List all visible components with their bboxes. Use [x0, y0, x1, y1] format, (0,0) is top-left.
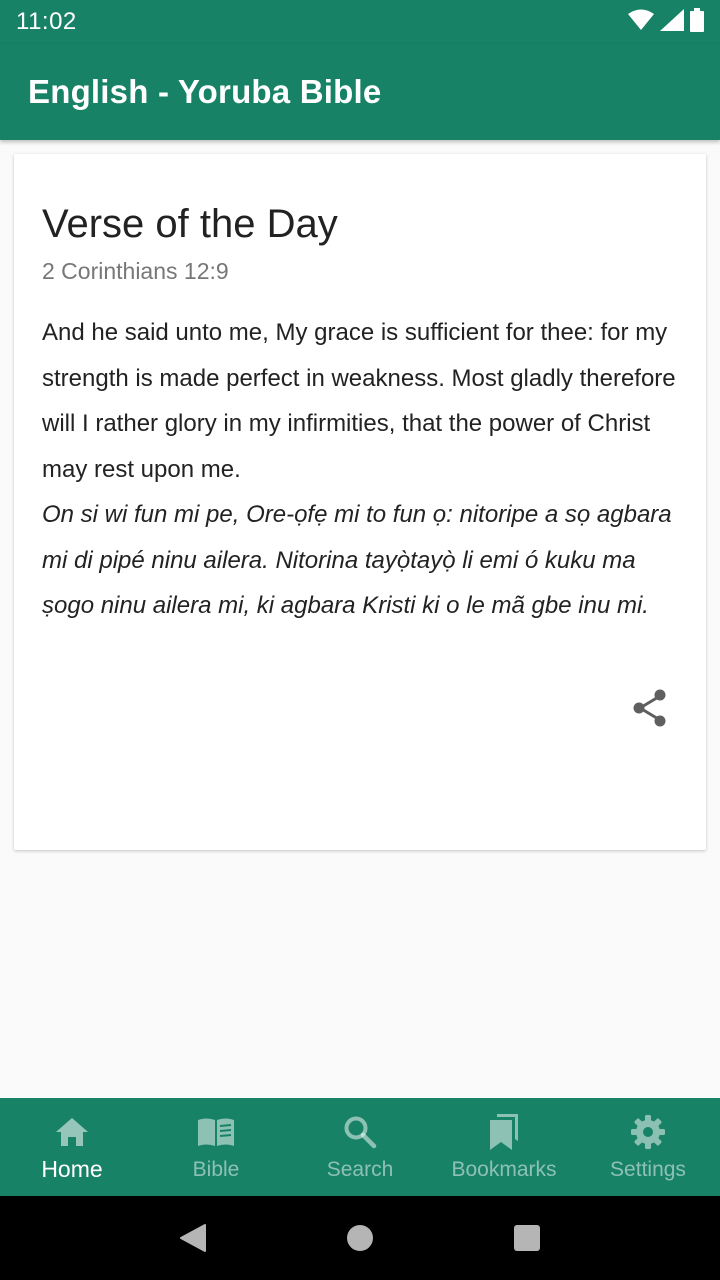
back-icon[interactable]: [173, 1218, 213, 1258]
verse-reference: 2 Corinthians 12:9: [42, 258, 229, 284]
nav-item-settings[interactable]: Settings: [576, 1098, 720, 1196]
system-navigation-bar: [0, 1196, 720, 1280]
bookmarks-icon: [484, 1112, 524, 1152]
nav-item-home[interactable]: Home: [0, 1098, 144, 1196]
home-icon: [52, 1112, 92, 1152]
status-time: 11:02: [16, 8, 77, 35]
gear-icon: [628, 1112, 668, 1152]
recents-icon[interactable]: [507, 1218, 547, 1258]
nav-label-search: Search: [326, 1158, 394, 1181]
app-bar: English - Yoruba Bible: [0, 44, 720, 140]
wifi-icon: [628, 9, 654, 36]
nav-label-bookmarks: Bookmarks: [451, 1158, 557, 1181]
home-circle-icon[interactable]: [340, 1218, 380, 1258]
nav-label-bible: Bible: [192, 1158, 240, 1181]
share-button[interactable]: [628, 688, 672, 732]
nav-label-settings: Settings: [610, 1158, 686, 1181]
nav-item-search[interactable]: Search: [288, 1098, 432, 1196]
status-bar: 11:02: [0, 0, 720, 44]
verse-text-english: And he said unto me, My grace is suffici…: [42, 319, 676, 483]
search-icon: [340, 1112, 380, 1152]
signal-icon: [660, 8, 684, 36]
battery-icon: [690, 7, 704, 37]
bottom-navigation: Home Bible Search Bookmarks Settings: [0, 1098, 720, 1196]
nav-item-bookmarks[interactable]: Bookmarks: [432, 1098, 576, 1196]
card-title: Verse of the Day: [42, 202, 338, 246]
book-icon: [196, 1112, 236, 1152]
nav-label-home: Home: [41, 1156, 103, 1182]
app-title: English - Yoruba Bible: [28, 73, 382, 110]
verse-text-yoruba: On si wi fun mi pe, Ore-ọfẹ mi to fun ọ:…: [42, 501, 672, 619]
share-icon: [632, 689, 668, 732]
verse-of-the-day-card: Verse of the Day 2 Corinthians 12:9 And …: [14, 154, 706, 850]
nav-item-bible[interactable]: Bible: [144, 1098, 288, 1196]
status-icons: [628, 7, 704, 37]
